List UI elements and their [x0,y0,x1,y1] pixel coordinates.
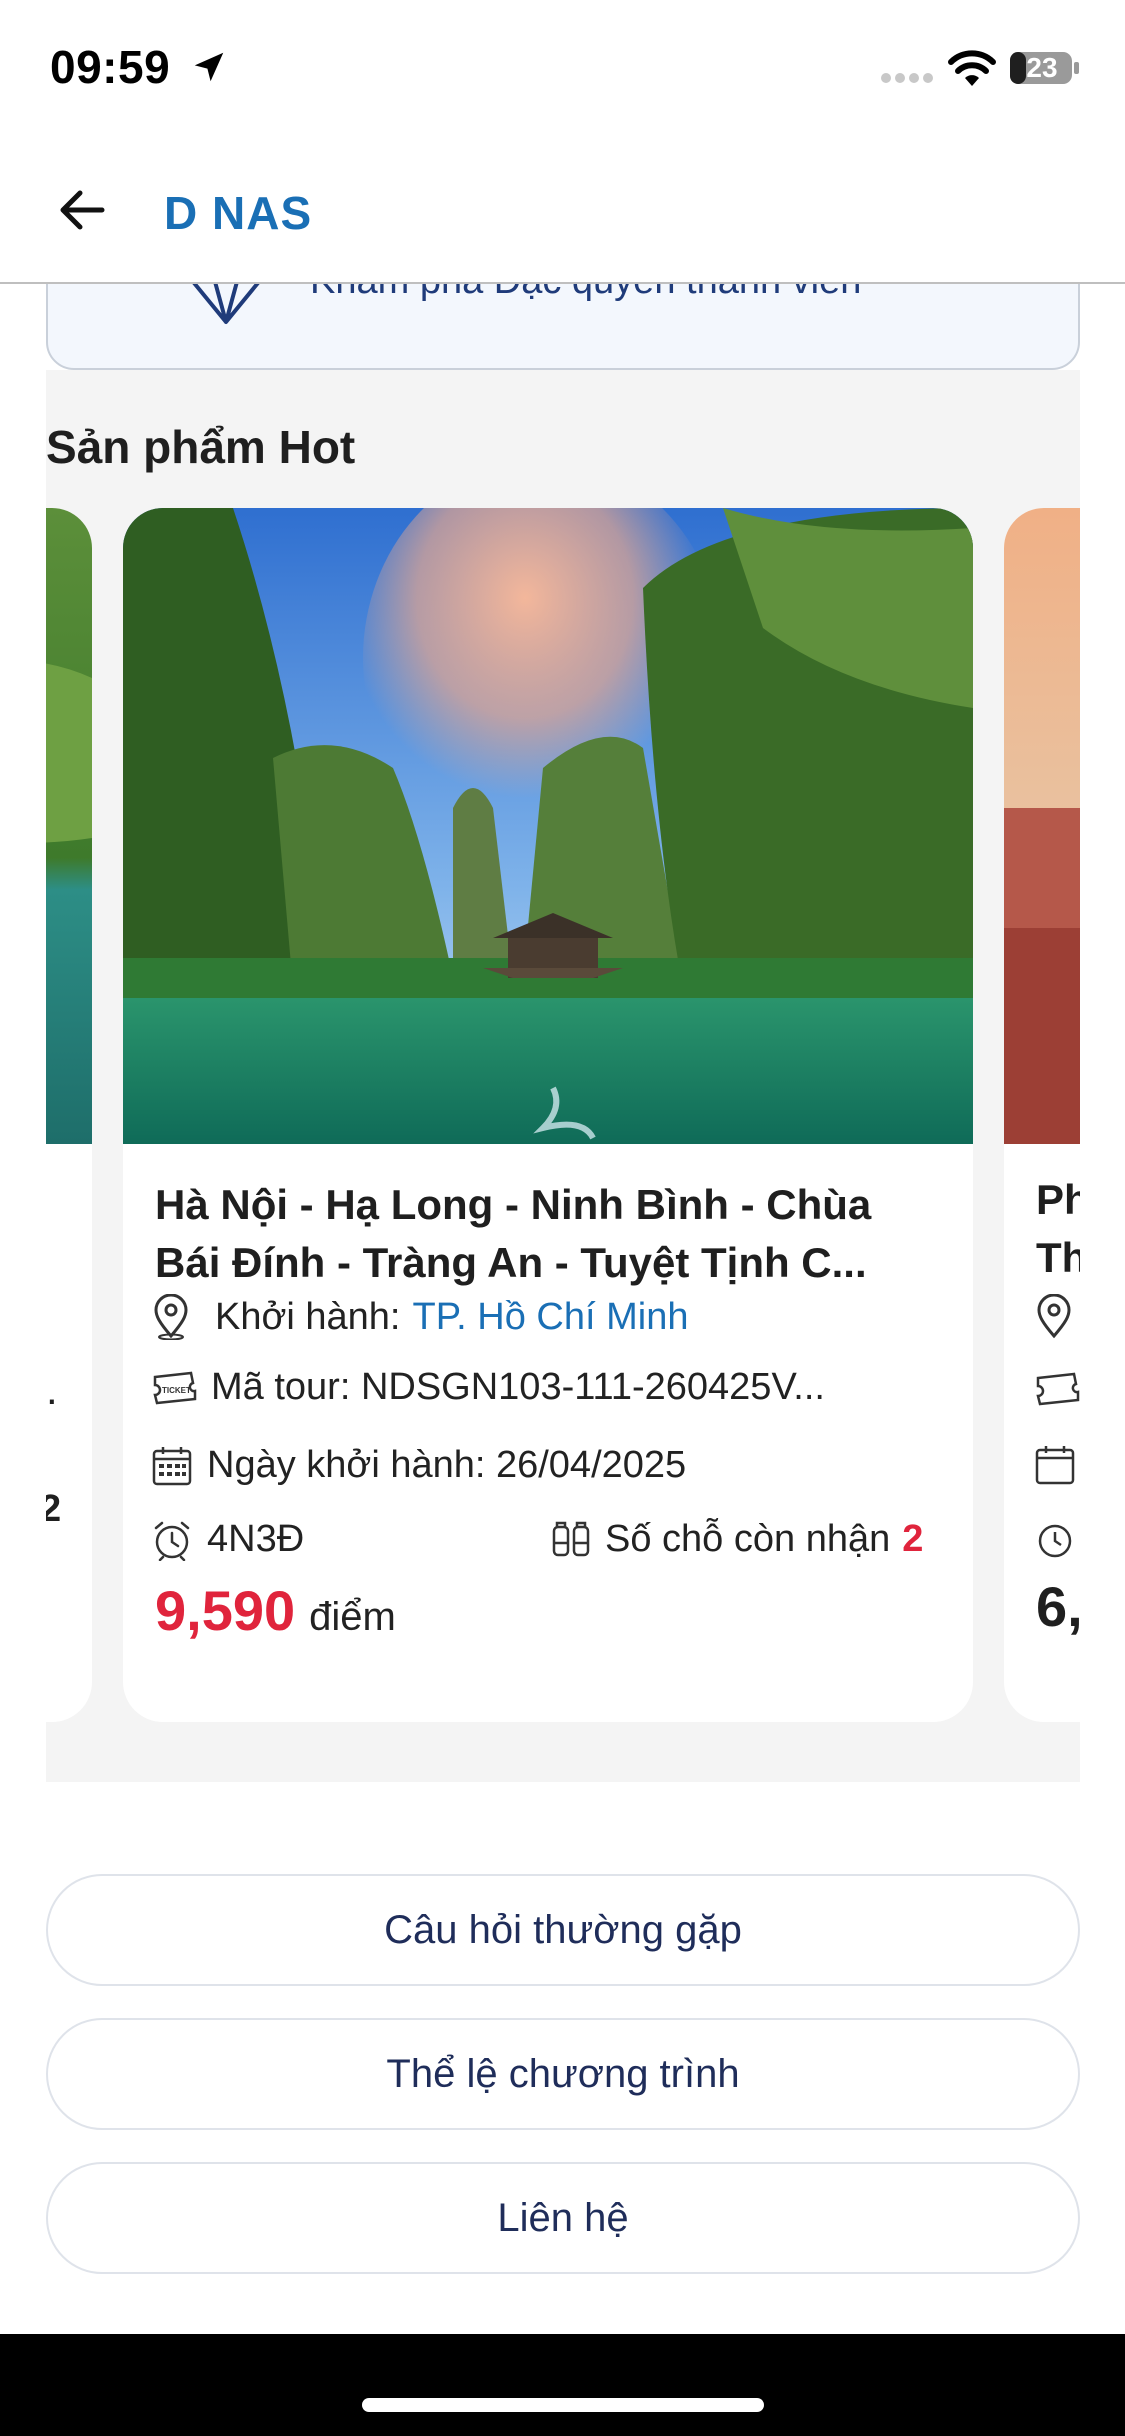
duration-row: 4N3Đ [151,1518,304,1561]
tour-code: Mã tour: NDSGN103-111-260425V... [211,1366,825,1408]
location-arrow-icon [194,52,224,82]
card-body: . 2 [46,1144,92,1722]
departure-date: Ngày khởi hành: 26/04/2025 [207,1444,687,1486]
home-indicator[interactable] [362,2398,764,2412]
seats-icon [552,1521,590,1556]
seats-count: 2 [46,1488,62,1530]
truncated-text: . [46,1366,58,1413]
card-body: Ph Th 6, [1004,1144,1080,1722]
tour-title-partial-1: Ph [1036,1176,1080,1223]
location-pin-icon [1037,1294,1071,1339]
location-pin-icon [154,1294,188,1340]
seats-label: Số chỗ còn nhận [605,1518,891,1560]
price-unit: điểm [309,1595,396,1639]
product-card[interactable]: Hà Nội - Hạ Long - Ninh Bình - Chùa Bái … [123,508,973,1722]
cellular-signal-icon [881,73,933,83]
battery-level: 23 [1026,52,1058,83]
page-title: D NAS [164,187,313,239]
status-bar: 09:59 23 [0,0,1125,140]
app-header: D NAS [0,140,1125,284]
product-card-prev[interactable]: . 2 [46,508,92,1722]
ticket-icon [1036,1372,1080,1406]
tour-image-coastal-town [1004,508,1080,1144]
tour-title-partial-2: Th [1036,1234,1080,1281]
hot-products-section: Sản phẩm Hot . 2 Hà Nội - Hạ Long - Ninh… [46,370,1080,1782]
duration: 4N3Đ [207,1518,305,1560]
departure-row: Khởi hành: TP. Hồ Chí Minh [151,1294,688,1340]
product-card-next[interactable]: Ph Th 6, [1004,508,1080,1722]
price-value: 9,590 [155,1579,296,1642]
tour-image-tea-hills [46,508,92,1144]
departure-date-row: Ngày khởi hành: 26/04/2025 [151,1444,686,1487]
card-body: Hà Nội - Hạ Long - Ninh Bình - Chùa Bái … [123,1144,973,1722]
calendar-icon [1035,1446,1075,1485]
price: 9,590 điểm [155,1578,396,1643]
back-arrow-icon[interactable] [52,180,112,240]
faq-button[interactable]: Câu hỏi thường gặp [46,1874,1080,1986]
price-value-partial: 6, [1036,1575,1080,1638]
program-rules-button[interactable]: Thể lệ chương trình [46,2018,1080,2130]
calendar-icon [152,1446,192,1485]
alarm-clock-icon [154,1521,190,1561]
svg-text:TICKET: TICKET [162,1386,191,1395]
tour-title: Hà Nội - Hạ Long - Ninh Bình - Chùa Bái … [155,1181,872,1286]
wifi-icon [948,50,996,86]
seats-count: 2 [902,1518,924,1560]
tour-image-trang-an [123,508,973,1144]
ticket-icon: TICKET [153,1371,197,1404]
status-time: 09:59 [50,41,171,93]
home-indicator-area [0,2334,1125,2436]
tour-code-row: TICKET Mã tour: NDSGN103-111-260425V... [151,1366,825,1409]
section-title: Sản phẩm Hot [46,421,356,473]
departure-city: TP. Hồ Chí Minh [412,1295,689,1338]
seats-row: Số chỗ còn nhận 2 [551,1518,923,1561]
contact-button[interactable]: Liên hệ [46,2162,1080,2274]
alarm-clock-icon [1038,1524,1072,1558]
departure-label: Khởi hành: [215,1295,401,1338]
